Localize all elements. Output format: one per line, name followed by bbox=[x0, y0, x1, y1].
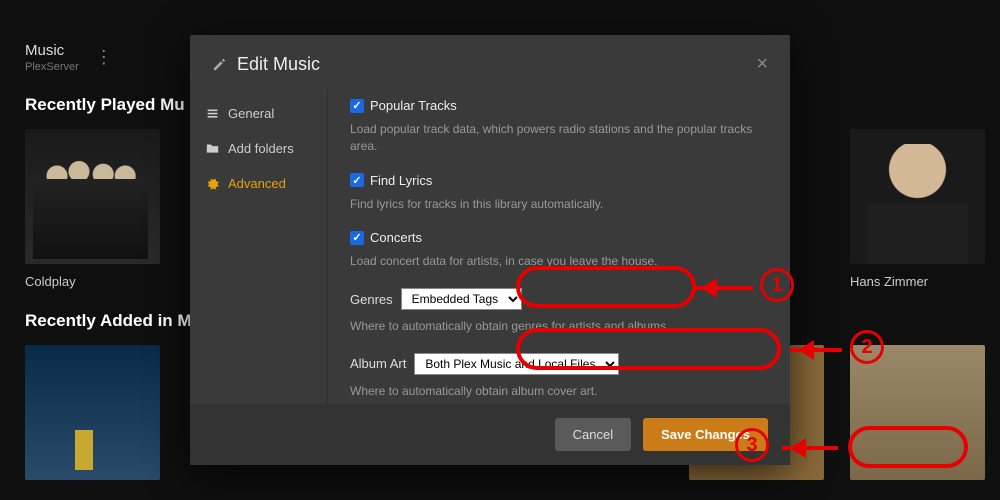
option-desc: Where to automatically obtain genres for… bbox=[350, 318, 768, 335]
sidebar-label: Add folders bbox=[228, 141, 294, 156]
checkbox-label: Popular Tracks bbox=[370, 98, 457, 113]
option-desc: Load concert data for artists, in case y… bbox=[350, 253, 768, 270]
artist-art bbox=[850, 129, 985, 264]
library-subtitle: PlexServer bbox=[25, 61, 79, 73]
modal-pane: Popular Tracks Load popular track data, … bbox=[328, 90, 790, 404]
tile-label: Coldplay bbox=[25, 274, 160, 289]
modal-title: Edit Music bbox=[237, 54, 320, 75]
album-tile[interactable] bbox=[850, 345, 985, 480]
more-icon[interactable] bbox=[91, 47, 116, 68]
sidebar-item-advanced[interactable]: Advanced bbox=[190, 166, 327, 201]
pencil-icon bbox=[212, 57, 227, 72]
select-albumart[interactable]: Both Plex Music and Local Files bbox=[414, 353, 619, 375]
modal-sidebar: General Add folders Advanced bbox=[190, 90, 328, 404]
tile-label: Hans Zimmer bbox=[850, 274, 985, 289]
select-genres[interactable]: Embedded Tags bbox=[401, 288, 522, 310]
sidebar-label: Advanced bbox=[228, 176, 286, 191]
folder-icon bbox=[206, 142, 220, 155]
modal-header: Edit Music bbox=[190, 35, 790, 90]
sidebar-item-general[interactable]: General bbox=[190, 96, 327, 131]
checkbox-popular-tracks[interactable] bbox=[350, 99, 364, 113]
list-icon bbox=[206, 107, 220, 120]
tile-hans-zimmer[interactable]: Hans Zimmer bbox=[850, 129, 985, 289]
library-title: Music bbox=[25, 42, 79, 59]
option-desc: Where to automatically obtain album cove… bbox=[350, 383, 768, 400]
option-desc: Load popular track data, which powers ra… bbox=[350, 121, 768, 155]
album-art bbox=[850, 345, 985, 480]
edit-modal: Edit Music General Add folders Advanced … bbox=[190, 35, 790, 465]
option-desc: Find lyrics for tracks in this library a… bbox=[350, 196, 768, 213]
checkbox-label: Find Lyrics bbox=[370, 173, 432, 188]
checkbox-concerts[interactable] bbox=[350, 231, 364, 245]
close-icon[interactable] bbox=[756, 53, 768, 76]
checkbox-label: Concerts bbox=[370, 230, 422, 245]
gear-icon bbox=[206, 177, 220, 190]
select-label-albumart: Album Art bbox=[350, 356, 406, 371]
select-label-genres: Genres bbox=[350, 292, 393, 307]
checkbox-find-lyrics[interactable] bbox=[350, 173, 364, 187]
album-tile[interactable] bbox=[25, 345, 160, 480]
save-button[interactable]: Save Changes bbox=[643, 418, 768, 451]
album-art bbox=[25, 345, 160, 480]
artist-art bbox=[25, 129, 160, 264]
modal-footer: Cancel Save Changes bbox=[190, 404, 790, 465]
sidebar-label: General bbox=[228, 106, 274, 121]
sidebar-item-folders[interactable]: Add folders bbox=[190, 131, 327, 166]
tile-coldplay[interactable]: Coldplay bbox=[25, 129, 160, 289]
cancel-button[interactable]: Cancel bbox=[555, 418, 631, 451]
